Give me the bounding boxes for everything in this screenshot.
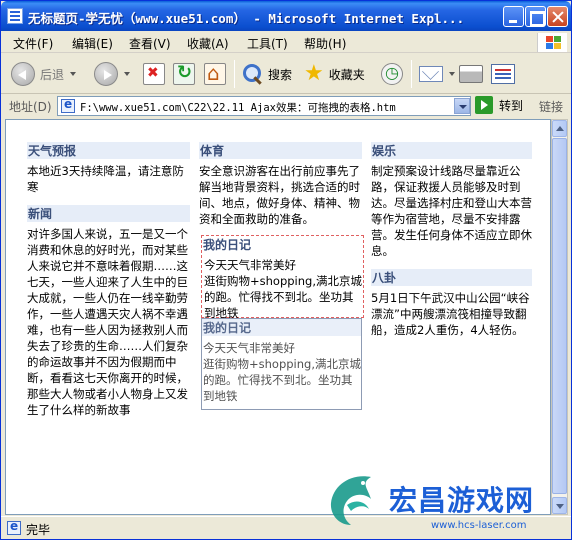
- toolbar: 后退 搜索 ★ 收藏夹: [1, 54, 571, 94]
- column-right: 娱乐 制定预案设计线路尽量靠近公路，保证救援人员能够及时到达。尽量选择村庄和登山…: [371, 142, 532, 348]
- menu-edit[interactable]: 编辑(E): [72, 35, 113, 52]
- address-bar: 地址(D) F:\www.xue51.com\C22\22.11 Ajax效果：…: [1, 95, 571, 117]
- panel-weather: 天气预报 本地近3天持续降温，请注意防寒: [27, 142, 190, 195]
- panel-news: 新闻 对许多国人来说，五一是又一个消费和休息的好时光，而对某些人来说它并不意味着…: [27, 205, 190, 418]
- maximize-button[interactable]: [525, 6, 546, 27]
- print-button[interactable]: [459, 58, 483, 90]
- scroll-thumb[interactable]: [552, 138, 567, 494]
- page-status-icon: [7, 519, 21, 535]
- address-label: 地址(D): [9, 100, 52, 114]
- go-label: 转到: [499, 98, 524, 113]
- panel-body: 今天天气非常美好 逛街购物+shopping,满北京城的跑。忙得找不到北。坐功其…: [203, 341, 361, 403]
- home-button[interactable]: [204, 58, 226, 90]
- menu-bar: 文件(F) 编辑(E) 查看(V) 收藏(A) 工具(T) 帮助(H): [1, 31, 571, 53]
- panel-header[interactable]: 八卦: [371, 269, 532, 287]
- panel-body: 本地近3天持续降温，请注意防寒: [27, 164, 184, 194]
- panel-body: 制定预案设计线路尽量靠近公路，保证救援人员能够及时到达。尽量选择村庄和登山大本营…: [371, 164, 532, 258]
- column-middle: 体育 安全意识游客在出行前应事先了解当地背景资料，挑选合适的时间、地点，做好身体…: [199, 142, 362, 237]
- mail-button[interactable]: [419, 58, 455, 90]
- dragged-panel-diary[interactable]: 我的日记 今天天气非常美好 逛街购物+shopping,满北京城的跑。忙得找不到…: [201, 318, 362, 410]
- status-text: 完毕: [26, 523, 51, 537]
- forward-button[interactable]: [94, 58, 130, 90]
- ie-page-icon: [7, 8, 23, 24]
- stop-icon: [143, 63, 165, 85]
- links-button[interactable]: 链接: [539, 98, 563, 115]
- back-dropdown-icon[interactable]: [70, 72, 77, 76]
- menu-tools[interactable]: 工具(T): [247, 35, 288, 52]
- browser-window: 无标题页-学无忧（www.xue51.com） - Microsoft Inte…: [0, 0, 572, 540]
- mail-dropdown-icon[interactable]: [449, 72, 455, 76]
- panel-sports: 体育 安全意识游客在出行前应事先了解当地背景资料，挑选合适的时间、地点，做好身体…: [199, 142, 362, 227]
- panel-body: 5月1日下午武汉中山公园“峡谷漂流”中两艘漂流筏相撞导致翻船，造成2人重伤，4人…: [371, 291, 530, 337]
- close-button[interactable]: [547, 6, 568, 27]
- title-bar[interactable]: 无标题页-学无忧（www.xue51.com） - Microsoft Inte…: [1, 1, 571, 31]
- panel-header[interactable]: 天气预报: [27, 142, 190, 160]
- address-dropdown-icon[interactable]: [454, 98, 470, 114]
- search-icon: [241, 63, 263, 85]
- address-url[interactable]: F:\www.xue51.com\C22\22.11 Ajax效果：可拖拽的表格…: [80, 100, 396, 115]
- star-icon: ★: [304, 61, 324, 86]
- panel-gossip: 八卦 5月1日下午武汉中山公园“峡谷漂流”中两艘漂流筏相撞导致翻船，造成2人重伤…: [371, 269, 532, 338]
- back-label: 后退: [40, 67, 65, 82]
- menu-file[interactable]: 文件(F): [13, 35, 53, 52]
- vertical-scrollbar[interactable]: [551, 119, 568, 515]
- drop-placeholder: 我的日记 今天天气非常美好 逛街购物+shopping,满北京城的跑。忙得找不到…: [201, 235, 364, 320]
- forward-dropdown-icon[interactable]: [124, 72, 130, 76]
- panel-body: 安全意识游客在出行前应事先了解当地背景资料，挑选合适的时间、地点，做好身体、精神…: [199, 164, 360, 226]
- scroll-up-button[interactable]: [552, 120, 567, 137]
- refresh-icon: [173, 62, 195, 85]
- address-input[interactable]: F:\www.xue51.com\C22\22.11 Ajax效果：可拖拽的表格…: [57, 96, 471, 116]
- search-button[interactable]: 搜索: [241, 58, 292, 90]
- menu-favorites[interactable]: 收藏(A): [187, 35, 229, 52]
- watermark-title: 宏昌游戏网: [389, 484, 535, 517]
- panel-header[interactable]: 我的日记: [202, 236, 363, 254]
- mail-icon: [419, 66, 443, 82]
- edit-page-icon: [491, 64, 515, 84]
- panel-header[interactable]: 娱乐: [371, 142, 532, 160]
- panel-header[interactable]: 新闻: [27, 205, 190, 223]
- search-label: 搜索: [268, 67, 293, 82]
- windows-logo-icon: [537, 33, 567, 52]
- panel-header[interactable]: 我的日记: [202, 319, 361, 337]
- refresh-button[interactable]: [173, 58, 195, 90]
- go-arrow-icon: [475, 96, 493, 114]
- media-button[interactable]: [381, 58, 403, 90]
- menu-view[interactable]: 查看(V): [129, 35, 171, 52]
- scroll-down-button[interactable]: [552, 497, 567, 514]
- edit-button[interactable]: [491, 58, 515, 90]
- back-arrow-icon: [11, 62, 35, 86]
- watermark-dragon-icon: [330, 476, 371, 525]
- minimize-button[interactable]: [503, 6, 524, 27]
- toolbar-separator: [411, 60, 412, 88]
- panel-body: 对许多国人来说，五一是又一个消费和休息的好时光，而对某些人来说它并不意味着假期……: [27, 227, 188, 417]
- page-content: 天气预报 本地近3天持续降温，请注意防寒 新闻 对许多国人来说，五一是又一个消费…: [5, 119, 551, 515]
- favorites-label: 收藏夹: [328, 67, 365, 82]
- printer-icon: [459, 65, 483, 83]
- menu-help[interactable]: 帮助(H): [304, 35, 346, 52]
- stop-button[interactable]: [143, 58, 165, 90]
- watermark-url: www.hcs-laser.com: [431, 520, 527, 531]
- home-icon: [204, 61, 226, 85]
- back-button[interactable]: 后退: [11, 58, 77, 90]
- column-left: 天气预报 本地近3天持续降温，请注意防寒 新闻 对许多国人来说，五一是又一个消费…: [27, 142, 190, 428]
- toolbar-separator: [234, 60, 235, 88]
- forward-arrow-icon: [94, 62, 118, 86]
- media-icon: [381, 63, 403, 85]
- window-title: 无标题页-学无忧（www.xue51.com） - Microsoft Inte…: [28, 11, 465, 26]
- go-button[interactable]: 转到: [475, 96, 523, 114]
- panel-entertainment: 娱乐 制定预案设计线路尽量靠近公路，保证救援人员能够及时到达。尽量选择村庄和登山…: [371, 142, 532, 259]
- page-icon: [61, 97, 75, 113]
- panel-body: 今天天气非常美好 逛街购物+shopping,满北京城的跑。忙得找不到北。坐功其…: [204, 258, 362, 320]
- favorites-button[interactable]: ★ 收藏夹: [304, 58, 365, 90]
- panel-header[interactable]: 体育: [199, 142, 362, 160]
